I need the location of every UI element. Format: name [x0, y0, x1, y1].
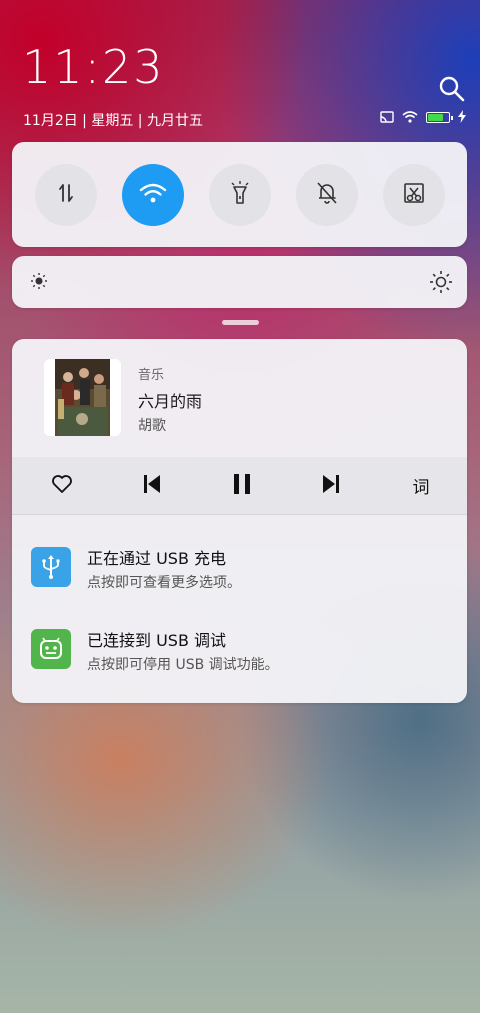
android-icon [31, 629, 71, 669]
usb-charging-title: 正在通过 USB 充电 [87, 549, 227, 568]
lyrics-button[interactable]: 词 [401, 466, 441, 506]
clock: 11:23 [22, 40, 165, 94]
pause-icon [232, 473, 252, 499]
flashlight-icon [229, 180, 251, 209]
previous-button[interactable] [132, 466, 172, 506]
pause-button[interactable] [222, 466, 262, 506]
wifi-icon [139, 182, 167, 208]
brightness-low-icon [30, 272, 48, 294]
flashlight-toggle[interactable] [208, 163, 271, 226]
song-title: 六月的雨 [138, 392, 203, 411]
song-artist: 胡歌 [138, 418, 166, 434]
cast-icon [380, 108, 394, 127]
usb-debugging-subtitle: 点按即可停用 USB 调试功能。 [87, 657, 279, 673]
charging-bolt-icon [458, 108, 466, 127]
screenshot-toggle[interactable] [382, 163, 445, 226]
usb-icon [31, 547, 71, 587]
usb-debugging-title: 已连接到 USB 调试 [87, 631, 227, 650]
quick-settings-panel [12, 142, 467, 247]
music-notification[interactable]: 音乐 六月的雨 胡歌 [12, 339, 467, 457]
notification-panel: 音乐 六月的雨 胡歌 词 正在通过 USB 充电 点按即可查看更多选项。 已连接… [12, 339, 467, 703]
skip-next-icon [322, 474, 340, 498]
wifi-icon [402, 108, 418, 127]
date-line: 11月2日 | 星期五 | 九月廿五 [23, 113, 203, 129]
wifi-toggle[interactable] [121, 163, 184, 226]
brightness-high-icon [429, 270, 453, 298]
silent-mode-toggle[interactable] [295, 163, 358, 226]
next-button[interactable] [311, 466, 351, 506]
usb-debugging-notification[interactable]: 已连接到 USB 调试 点按即可停用 USB 调试功能。 [12, 611, 467, 681]
panel-drag-handle[interactable] [222, 320, 259, 325]
mobile-data-icon [55, 182, 77, 208]
skip-previous-icon [143, 474, 161, 498]
screenshot-icon [402, 181, 426, 209]
battery-icon [426, 112, 453, 123]
system-status-icons [380, 108, 466, 127]
music-controls: 词 [12, 457, 467, 515]
album-art [44, 359, 121, 436]
usb-charging-subtitle: 点按即可查看更多选项。 [87, 575, 241, 591]
mobile-data-toggle[interactable] [34, 163, 97, 226]
favorite-button[interactable] [42, 466, 82, 506]
music-app-name: 音乐 [138, 368, 165, 383]
usb-charging-notification[interactable]: 正在通过 USB 充电 点按即可查看更多选项。 [12, 529, 467, 599]
brightness-slider[interactable] [12, 256, 467, 308]
heart-icon [51, 474, 73, 498]
bell-off-icon [316, 181, 338, 209]
search-icon[interactable] [438, 75, 466, 103]
